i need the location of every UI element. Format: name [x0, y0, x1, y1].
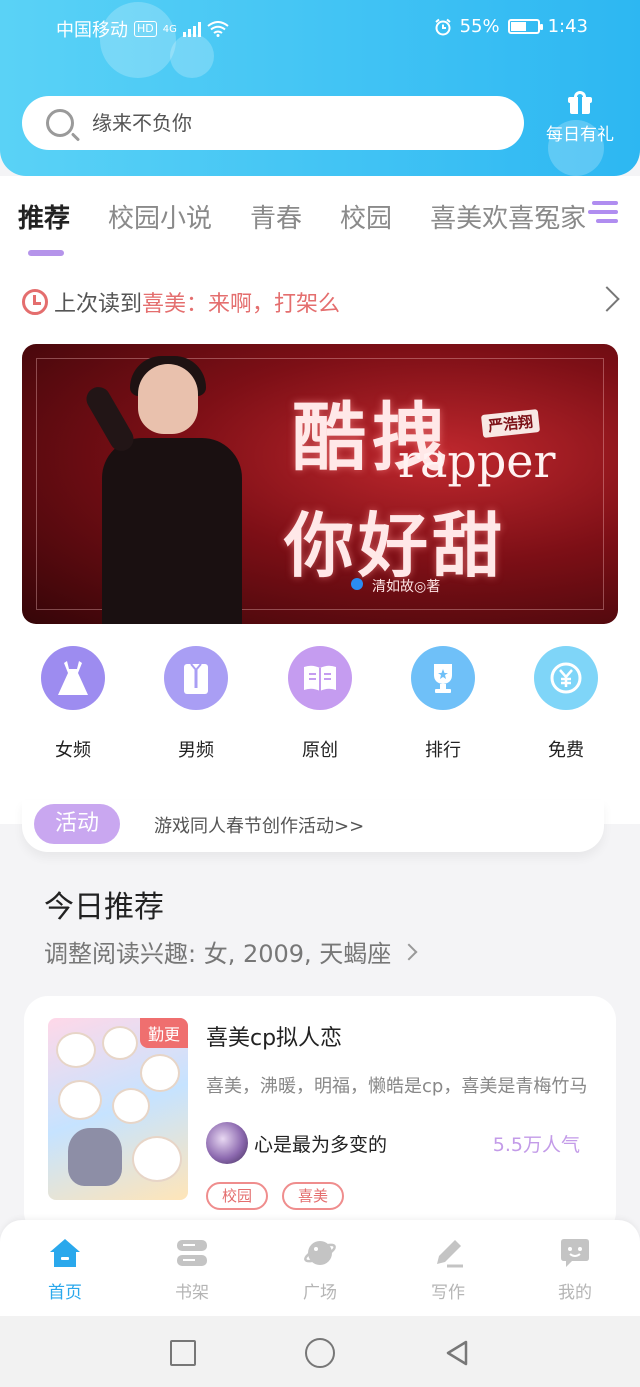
category-free[interactable]: 免费: [516, 646, 616, 762]
nav-write[interactable]: 写作: [403, 1236, 493, 1303]
nav-label: 广场: [303, 1283, 337, 1303]
category-label: 男频: [178, 740, 214, 761]
section-title: 今日推荐: [44, 890, 164, 925]
trophy-icon: [411, 646, 475, 710]
back-icon[interactable]: [442, 1338, 472, 1368]
daily-gift-button[interactable]: 每日有礼: [540, 91, 620, 145]
bottom-navigation: 首页 书架 广场 写作 我的: [0, 1220, 640, 1316]
tab-ximei[interactable]: 喜美欢喜冤家: [430, 198, 586, 238]
category-ranking[interactable]: 排行: [393, 646, 493, 762]
update-badge: 勤更: [139, 1018, 188, 1048]
system-navigation-bar: [0, 1316, 640, 1387]
main-content: 推荐 校园小说 青春 校园 喜美欢喜冤家 上次读到 喜美：来啊，打架么 酷拽 严…: [0, 176, 640, 824]
book-author-row: 心是最为多变的 5.5万人气: [206, 1122, 598, 1166]
banner-title-line2: rapper: [398, 434, 556, 488]
tab-campus[interactable]: 校园: [340, 198, 392, 238]
interest-text: 调整阅读兴趣: 女, 2009, 天蝎座: [44, 940, 392, 968]
category-shortcuts: 女频 男频 原创 排行 免费: [0, 646, 640, 766]
author-name[interactable]: 心是最为多变的: [254, 1130, 387, 1157]
tab-campus-novel[interactable]: 校园小说: [108, 198, 212, 238]
nav-square[interactable]: 广场: [275, 1236, 365, 1303]
app-header: 中国移动 HD 4G 55% 1:43 缘来不负你 每日有礼: [0, 0, 640, 176]
pen-icon: [431, 1236, 465, 1270]
battery-percent: 55%: [459, 16, 500, 37]
nav-home[interactable]: 首页: [20, 1236, 110, 1303]
category-label: 排行: [425, 740, 461, 761]
daily-gift-label: 每日有礼: [546, 125, 614, 145]
adjust-interest-link[interactable]: 调整阅读兴趣: 女, 2009, 天蝎座: [44, 934, 418, 969]
tag-chip[interactable]: 校园: [206, 1182, 269, 1210]
nav-label: 书架: [175, 1283, 209, 1303]
clock-icon: [22, 289, 48, 315]
search-input[interactable]: [92, 111, 472, 135]
category-label: 免费: [548, 740, 584, 761]
nav-label: 首页: [48, 1283, 82, 1303]
chevron-right-icon: [594, 286, 620, 312]
gift-icon: [568, 91, 592, 114]
home-icon: [48, 1236, 82, 1270]
last-read-prefix: 上次读到: [54, 292, 143, 317]
nav-mine[interactable]: 我的: [530, 1236, 620, 1303]
category-original[interactable]: 原创: [270, 646, 370, 762]
recent-apps-icon[interactable]: [170, 1340, 196, 1366]
dress-icon: [41, 646, 105, 710]
category-label: 原创: [302, 740, 338, 761]
popularity-count: 5.5万人气: [492, 1134, 580, 1156]
book-description: 喜美，沸暖，明福，懒皓是cp，喜美是青梅竹马: [206, 1076, 588, 1097]
search-bar[interactable]: [22, 96, 524, 150]
shirt-icon: [164, 646, 228, 710]
status-bar: 中国移动 HD 4G 55% 1:43: [0, 8, 640, 44]
tag-chip[interactable]: 喜美: [282, 1182, 345, 1210]
promo-banner[interactable]: 酷拽 严浩翔 rapper 你好甜 清如故◎著: [22, 344, 618, 624]
signal-icon: [182, 21, 201, 37]
avatar[interactable]: [206, 1122, 248, 1164]
alarm-icon: [434, 18, 451, 35]
tab-menu-icon[interactable]: [586, 196, 622, 228]
last-read-title: 喜美：来啊，打架么: [142, 292, 341, 317]
hd-badge: HD: [134, 21, 157, 37]
bookshelf-icon: [175, 1236, 209, 1270]
planet-icon: [303, 1236, 337, 1270]
carousel-dot[interactable]: [351, 578, 363, 590]
category-female[interactable]: 女频: [23, 646, 123, 762]
nav-label: 写作: [431, 1283, 465, 1303]
carrier-label: 中国移动: [56, 20, 128, 41]
nav-label: 我的: [558, 1283, 592, 1303]
tab-youth[interactable]: 青春: [250, 198, 302, 238]
category-label: 女频: [55, 740, 91, 761]
book-tags: 校园 喜美: [206, 1182, 345, 1210]
search-icon: [46, 109, 74, 137]
tab-recommend[interactable]: 推荐: [18, 198, 70, 238]
category-tabs: 推荐 校园小说 青春 校园 喜美欢喜冤家: [18, 198, 608, 238]
banner-author: 清如故◎著: [372, 579, 441, 595]
chat-face-icon: [558, 1236, 592, 1270]
book-title[interactable]: 喜美cp拟人恋: [206, 1020, 342, 1052]
chevron-right-icon: [400, 943, 418, 960]
book-card[interactable]: 勤更 喜美cp拟人恋 喜美，沸暖，明福，懒皓是cp，喜美是青梅竹马 心是最为多变…: [24, 996, 616, 1236]
network-label: 4G: [162, 23, 177, 35]
last-read-bar[interactable]: 上次读到 喜美：来啊，打架么: [22, 284, 622, 320]
activity-bar[interactable]: 活动 游戏同人春节创作活动>>: [22, 800, 604, 852]
book-cover-image: 勤更: [48, 1018, 188, 1200]
activity-link[interactable]: 游戏同人春节创作活动>>: [154, 812, 364, 838]
nav-bookshelf[interactable]: 书架: [147, 1236, 237, 1303]
category-male[interactable]: 男频: [146, 646, 246, 762]
active-tab-indicator: [28, 250, 64, 256]
wifi-icon: [207, 21, 229, 37]
book-icon: [288, 646, 352, 710]
banner-singer-image: [82, 354, 252, 624]
activity-badge: 活动: [34, 804, 120, 844]
home-button-icon[interactable]: [305, 1338, 335, 1368]
battery-icon: [507, 19, 543, 34]
coin-icon: [534, 646, 598, 710]
clock-time: 1:43: [547, 16, 588, 37]
